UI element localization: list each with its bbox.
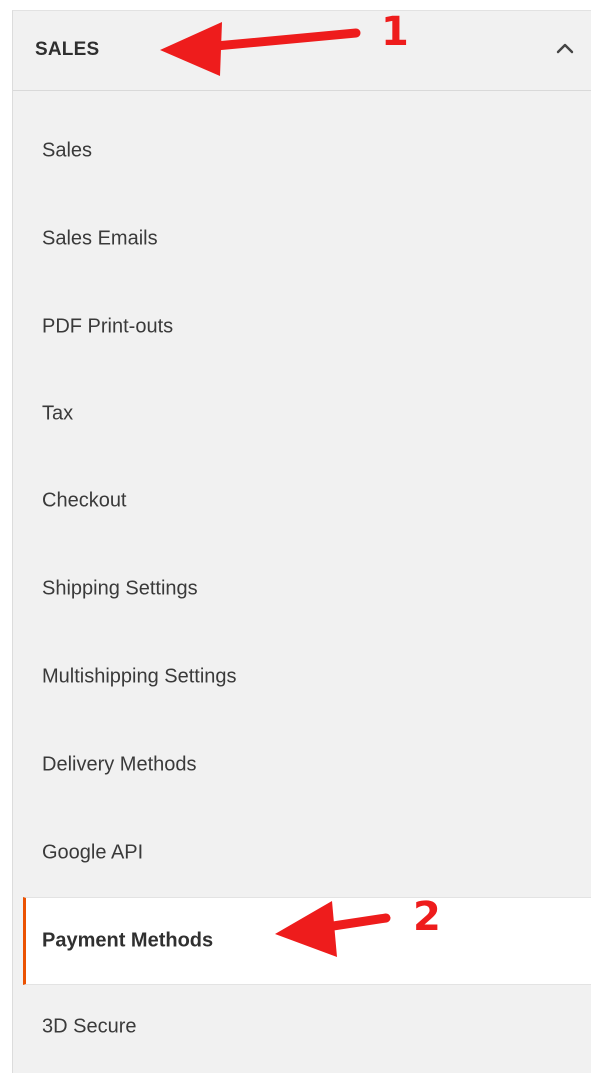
menu-item-delivery-methods[interactable]: Delivery Methods	[13, 722, 591, 808]
menu-item-label: Checkout	[42, 489, 127, 512]
menu-item-label: Sales	[42, 139, 93, 162]
menu-item-label: Payment Methods	[42, 929, 214, 952]
menu-item-label: PDF Print-outs	[42, 315, 174, 338]
menu-item-tax[interactable]: Tax	[13, 371, 591, 457]
menu-item-label: 3D Secure	[42, 1015, 137, 1038]
menu-item-label: Tax	[42, 402, 74, 425]
menu-item-sales-emails[interactable]: Sales Emails	[13, 196, 591, 282]
menu-item-label: Delivery Methods	[42, 753, 197, 776]
chevron-up-icon[interactable]	[553, 37, 577, 61]
config-sidebar-panel: SALES Sales Sales Emails PDF Print-outs …	[12, 10, 591, 1073]
menu-item-label: Multishipping Settings	[42, 665, 237, 688]
menu-item-label: Google API	[42, 841, 144, 864]
menu-item-multishipping-settings[interactable]: Multishipping Settings	[13, 634, 591, 720]
sales-section-header[interactable]: SALES	[13, 11, 591, 91]
menu-item-payment-methods[interactable]: Payment Methods	[23, 897, 591, 985]
menu-item-shipping-settings[interactable]: Shipping Settings	[13, 546, 591, 632]
annotation-number-2: 2	[413, 894, 441, 940]
menu-item-label: Shipping Settings	[42, 577, 198, 600]
menu-item-checkout[interactable]: Checkout	[13, 458, 591, 544]
menu-item-label: Sales Emails	[42, 227, 158, 250]
menu-item-sales[interactable]: Sales	[13, 108, 591, 194]
section-title: SALES	[35, 39, 100, 60]
menu-item-google-api[interactable]: Google API	[13, 810, 591, 896]
menu-item-3d-secure[interactable]: 3D Secure	[13, 984, 591, 1070]
annotation-number-1: 1	[381, 9, 409, 55]
menu-item-pdf-printouts[interactable]: PDF Print-outs	[13, 284, 591, 370]
